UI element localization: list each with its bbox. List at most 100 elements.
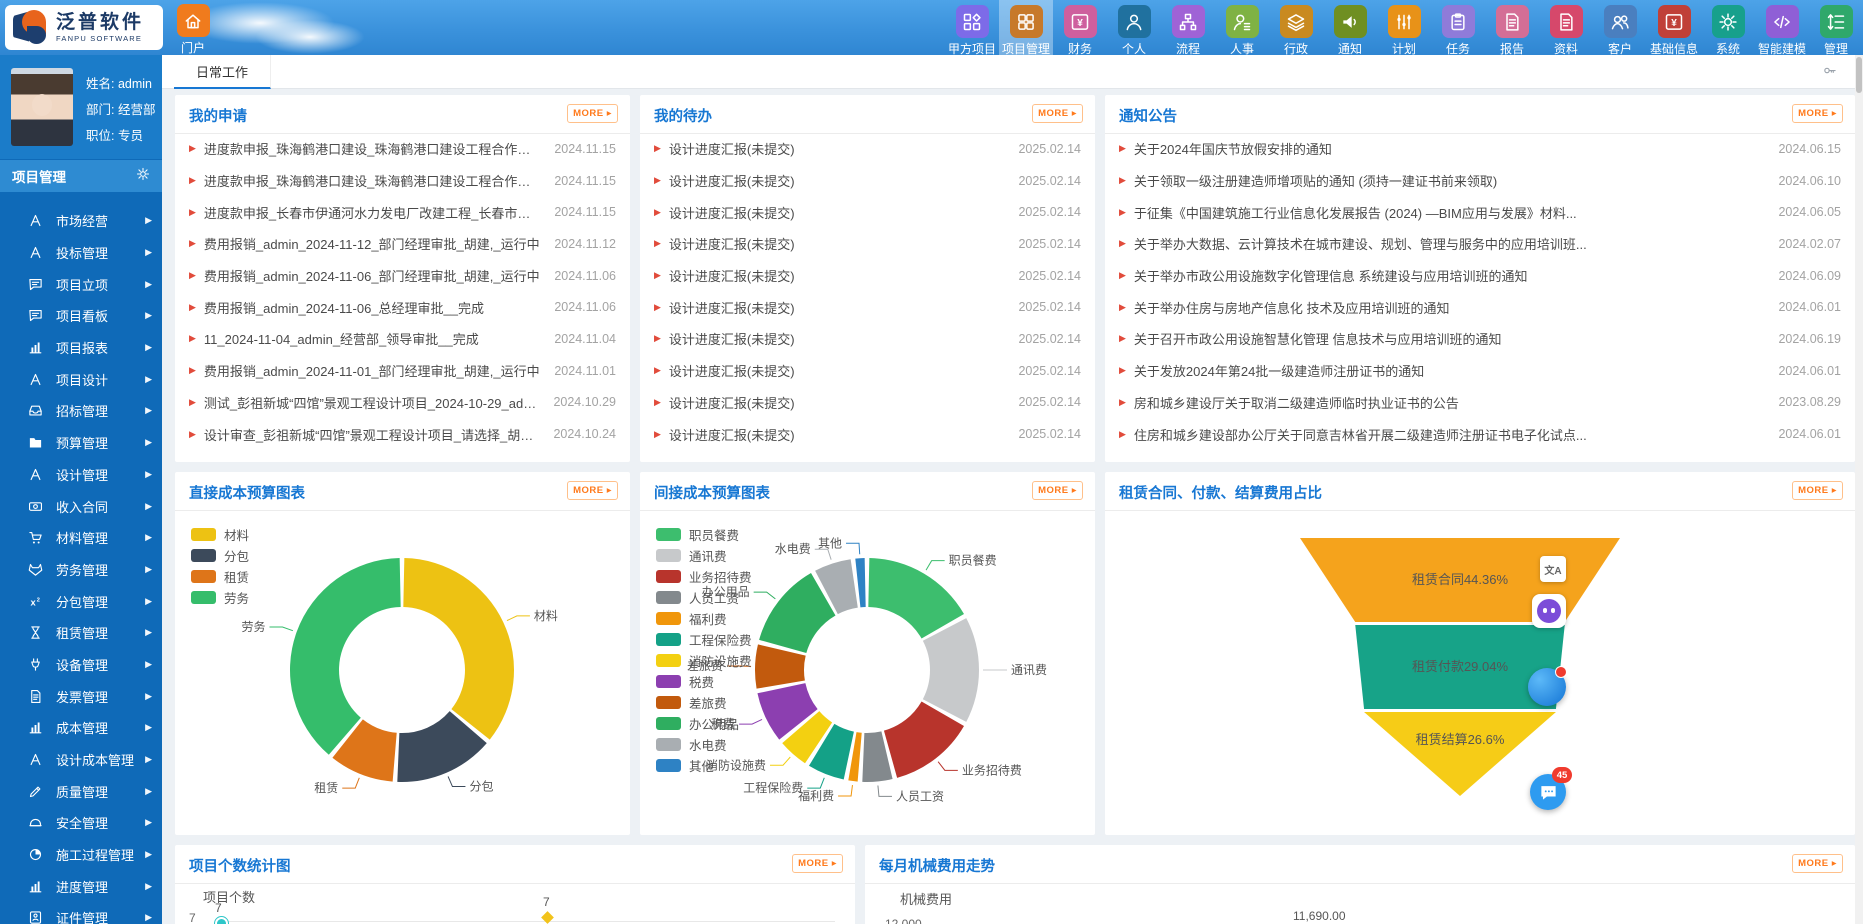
legend-item-水电费[interactable]: 水电费 [656, 734, 752, 755]
more-button[interactable]: MORE ▸ [792, 854, 843, 873]
topnav-item-流程[interactable]: 流程 [1161, 0, 1215, 55]
sidebar-item-成本管理[interactable]: 成本管理 ▶ [0, 712, 162, 744]
sidebar-item-安全管理[interactable]: 安全管理 ▶ [0, 807, 162, 839]
legend-item-税费[interactable]: 税费 [656, 671, 752, 692]
list-item[interactable]: ▶ 住房和城乡建设部办公厅关于同意吉林省开展二级建造师注册证书电子化试点... … [1105, 418, 1855, 450]
gear-icon[interactable] [136, 167, 150, 186]
more-button[interactable]: MORE ▸ [1792, 104, 1843, 123]
tab-daily-work[interactable]: 日常工作 [174, 55, 271, 89]
topnav-item-客户[interactable]: 客户 [1593, 0, 1647, 55]
scrollbar-thumb[interactable] [1856, 57, 1862, 93]
sidebar-item-投标管理[interactable]: 投标管理 ▶ [0, 237, 162, 269]
more-button[interactable]: MORE ▸ [1792, 854, 1843, 873]
legend-item-业务招待费[interactable]: 业务招待费 [656, 566, 752, 587]
sidebar-item-项目立项[interactable]: 项目立项 ▶ [0, 268, 162, 300]
list-item[interactable]: ▶ 11_2024-11-04_admin_经营部_领导审批__完成 2024.… [175, 323, 630, 355]
list-item[interactable]: ▶ 关于举办市政公用设施数字化管理信息 系统建设与应用培训班的通知 2024.0… [1105, 260, 1855, 292]
vertical-scrollbar[interactable] [1855, 55, 1863, 924]
legend-item-工程保险费[interactable]: 工程保险费 [656, 629, 752, 650]
legend-item-劳务[interactable]: 劳务 [191, 587, 249, 608]
list-item[interactable]: ▶ 进度款申报_珠海鹤港口建设_珠海鹤港口建设工程合作协议书_admin_...… [175, 133, 630, 165]
topnav-item-行政[interactable]: 行政 [1269, 0, 1323, 55]
list-item[interactable]: ▶ 关于领取一级注册建造师增项贴的通知 (须持一建证书前来领取) 2024.06… [1105, 165, 1855, 197]
list-item[interactable]: ▶ 关于召开市政公用设施智慧化管理 信息技术与应用培训班的通知 2024.06.… [1105, 323, 1855, 355]
topnav-item-智能建模[interactable]: 智能建模 [1755, 0, 1809, 55]
sidebar-item-设计管理[interactable]: 设计管理 ▶ [0, 459, 162, 491]
list-item[interactable]: ▶ 关于2024年国庆节放假安排的通知 2024.06.15 [1105, 133, 1855, 165]
legend-item-消防设施费[interactable]: 消防设施费 [656, 650, 752, 671]
list-item[interactable]: ▶ 设计进度汇报(未提交) 2025.02.14 [640, 165, 1095, 197]
list-item[interactable]: ▶ 费用报销_admin_2024-11-06_总经理审批__完成 2024.1… [175, 291, 630, 323]
portal-button[interactable]: 门户 [168, 4, 218, 56]
legend-item-租赁[interactable]: 租赁 [191, 566, 249, 587]
list-item[interactable]: ▶ 设计进度汇报(未提交) 2025.02.14 [640, 260, 1095, 292]
sidebar-item-材料管理[interactable]: 材料管理 ▶ [0, 522, 162, 554]
more-button[interactable]: MORE ▸ [567, 104, 618, 123]
sidebar-item-分包管理[interactable]: x2 分包管理 ▶ [0, 585, 162, 617]
sidebar-item-设计成本管理[interactable]: 设计成本管理 ▶ [0, 744, 162, 776]
topnav-item-资料[interactable]: 资料 [1539, 0, 1593, 55]
topnav-item-系统[interactable]: 系统 [1701, 0, 1755, 55]
topnav-item-计划[interactable]: 计划 [1377, 0, 1431, 55]
legend-item-福利费[interactable]: 福利费 [656, 608, 752, 629]
legend-item-办公用品[interactable]: 办公用品 [656, 713, 752, 734]
sidebar-item-设备管理[interactable]: 设备管理 ▶ [0, 649, 162, 681]
list-item[interactable]: ▶ 设计进度汇报(未提交) 2025.02.14 [640, 323, 1095, 355]
topnav-item-通知[interactable]: 通知 [1323, 0, 1377, 55]
sidebar-item-劳务管理[interactable]: 劳务管理 ▶ [0, 554, 162, 586]
service-ball-button[interactable] [1528, 668, 1566, 706]
list-item[interactable]: ▶ 设计进度汇报(未提交) 2025.02.14 [640, 228, 1095, 260]
sidebar-item-项目设计[interactable]: 项目设计 ▶ [0, 363, 162, 395]
chat-button[interactable]: 45 [1530, 774, 1566, 810]
list-item[interactable]: ▶ 关于举办大数据、云计算技术在城市建设、规划、管理与服务中的应用培训班... … [1105, 228, 1855, 260]
sidebar-section-header[interactable]: 项目管理 [0, 160, 162, 192]
legend-item-通讯费[interactable]: 通讯费 [656, 545, 752, 566]
sidebar-item-项目报表[interactable]: 项目报表 ▶ [0, 332, 162, 364]
topnav-item-基础信息[interactable]: ¥ 基础信息 [1647, 0, 1701, 55]
sidebar-item-预算管理[interactable]: 预算管理 ▶ [0, 427, 162, 459]
list-item[interactable]: ▶ 设计进度汇报(未提交) 2025.02.14 [640, 355, 1095, 387]
sidebar-item-招标管理[interactable]: 招标管理 ▶ [0, 395, 162, 427]
assistant-button[interactable] [1532, 594, 1566, 628]
legend-item-人员工资[interactable]: 人员工资 [656, 587, 752, 608]
list-item[interactable]: ▶ 设计进度汇报(未提交) 2025.02.14 [640, 418, 1095, 450]
list-item[interactable]: ▶ 房和城乡建设厅关于取消二级建造师临时执业证书的公告 2023.08.29 [1105, 387, 1855, 419]
list-item[interactable]: ▶ 费用报销_admin_2024-11-12_部门经理审批_胡建,_运行中 2… [175, 228, 630, 260]
list-item[interactable]: ▶ 于征集《中国建筑施工行业信息化发展报告 (2024) —BIM应用与发展》材… [1105, 196, 1855, 228]
list-item[interactable]: ▶ 测试_彭祖新城“四馆”景观工程设计项目_2024-10-29_admin_结… [175, 387, 630, 419]
list-item[interactable]: ▶ 设计进度汇报(未提交) 2025.02.14 [640, 133, 1095, 165]
more-button[interactable]: MORE ▸ [1792, 481, 1843, 500]
topnav-item-个人[interactable]: 个人 [1107, 0, 1161, 55]
list-item[interactable]: ▶ 设计进度汇报(未提交) 2025.02.14 [640, 196, 1095, 228]
sidebar-item-租赁管理[interactable]: 租赁管理 ▶ [0, 617, 162, 649]
list-item[interactable]: ▶ 设计进度汇报(未提交) 2025.02.14 [640, 387, 1095, 419]
legend-item-分包[interactable]: 分包 [191, 545, 249, 566]
list-item[interactable]: ▶ 关于发放2024年第24批一级建造师注册证书的通知 2024.06.01 [1105, 355, 1855, 387]
more-button[interactable]: MORE ▸ [1032, 104, 1083, 123]
topnav-item-管理[interactable]: 管理 [1809, 0, 1863, 55]
list-item[interactable]: ▶ 设计进度汇报(未提交) 2025.02.14 [640, 291, 1095, 323]
sidebar-item-施工过程管理[interactable]: 施工过程管理 ▶ [0, 839, 162, 871]
list-item[interactable]: ▶ 设计审查_彭祖新城“四馆”景观工程设计项目_请选择_胡广生_2024-10-… [175, 418, 630, 450]
sidebar-item-项目看板[interactable]: 项目看板 ▶ [0, 300, 162, 332]
topnav-item-任务[interactable]: 任务 [1431, 0, 1485, 55]
sidebar-item-证件管理[interactable]: 证件管理 ▶ [0, 902, 162, 924]
list-item[interactable]: ▶ 关于举办住房与房地产信息化 技术及应用培训班的通知 2024.06.01 [1105, 291, 1855, 323]
topnav-item-财务[interactable]: ¥ 财务 [1053, 0, 1107, 55]
more-button[interactable]: MORE ▸ [567, 481, 618, 500]
sidebar-item-市场经营[interactable]: 市场经营 ▶ [0, 205, 162, 237]
list-item[interactable]: ▶ 进度款申报_长春市伊通河水力发电厂改建工程_长春市伊通河水力发电... 20… [175, 196, 630, 228]
sidebar-item-进度管理[interactable]: 进度管理 ▶ [0, 870, 162, 902]
sidebar-item-发票管理[interactable]: 发票管理 ▶ [0, 680, 162, 712]
legend-item-其他[interactable]: 其他 [656, 755, 752, 776]
topnav-item-报告[interactable]: 报告 [1485, 0, 1539, 55]
key-icon[interactable] [1822, 63, 1837, 83]
sidebar-item-收入合同[interactable]: 收入合同 ▶ [0, 490, 162, 522]
list-item[interactable]: ▶ 费用报销_admin_2024-11-06_部门经理审批_胡建,_运行中 2… [175, 260, 630, 292]
legend-item-差旅费[interactable]: 差旅费 [656, 692, 752, 713]
translate-button[interactable]: 文A [1540, 556, 1566, 582]
topnav-item-人事[interactable]: 人事 [1215, 0, 1269, 55]
list-item[interactable]: ▶ 进度款申报_珠海鹤港口建设_珠海鹤港口建设工程合作协议书_admin_...… [175, 165, 630, 197]
topnav-item-甲方项目[interactable]: 甲方项目 [945, 0, 999, 55]
legend-item-材料[interactable]: 材料 [191, 524, 249, 545]
